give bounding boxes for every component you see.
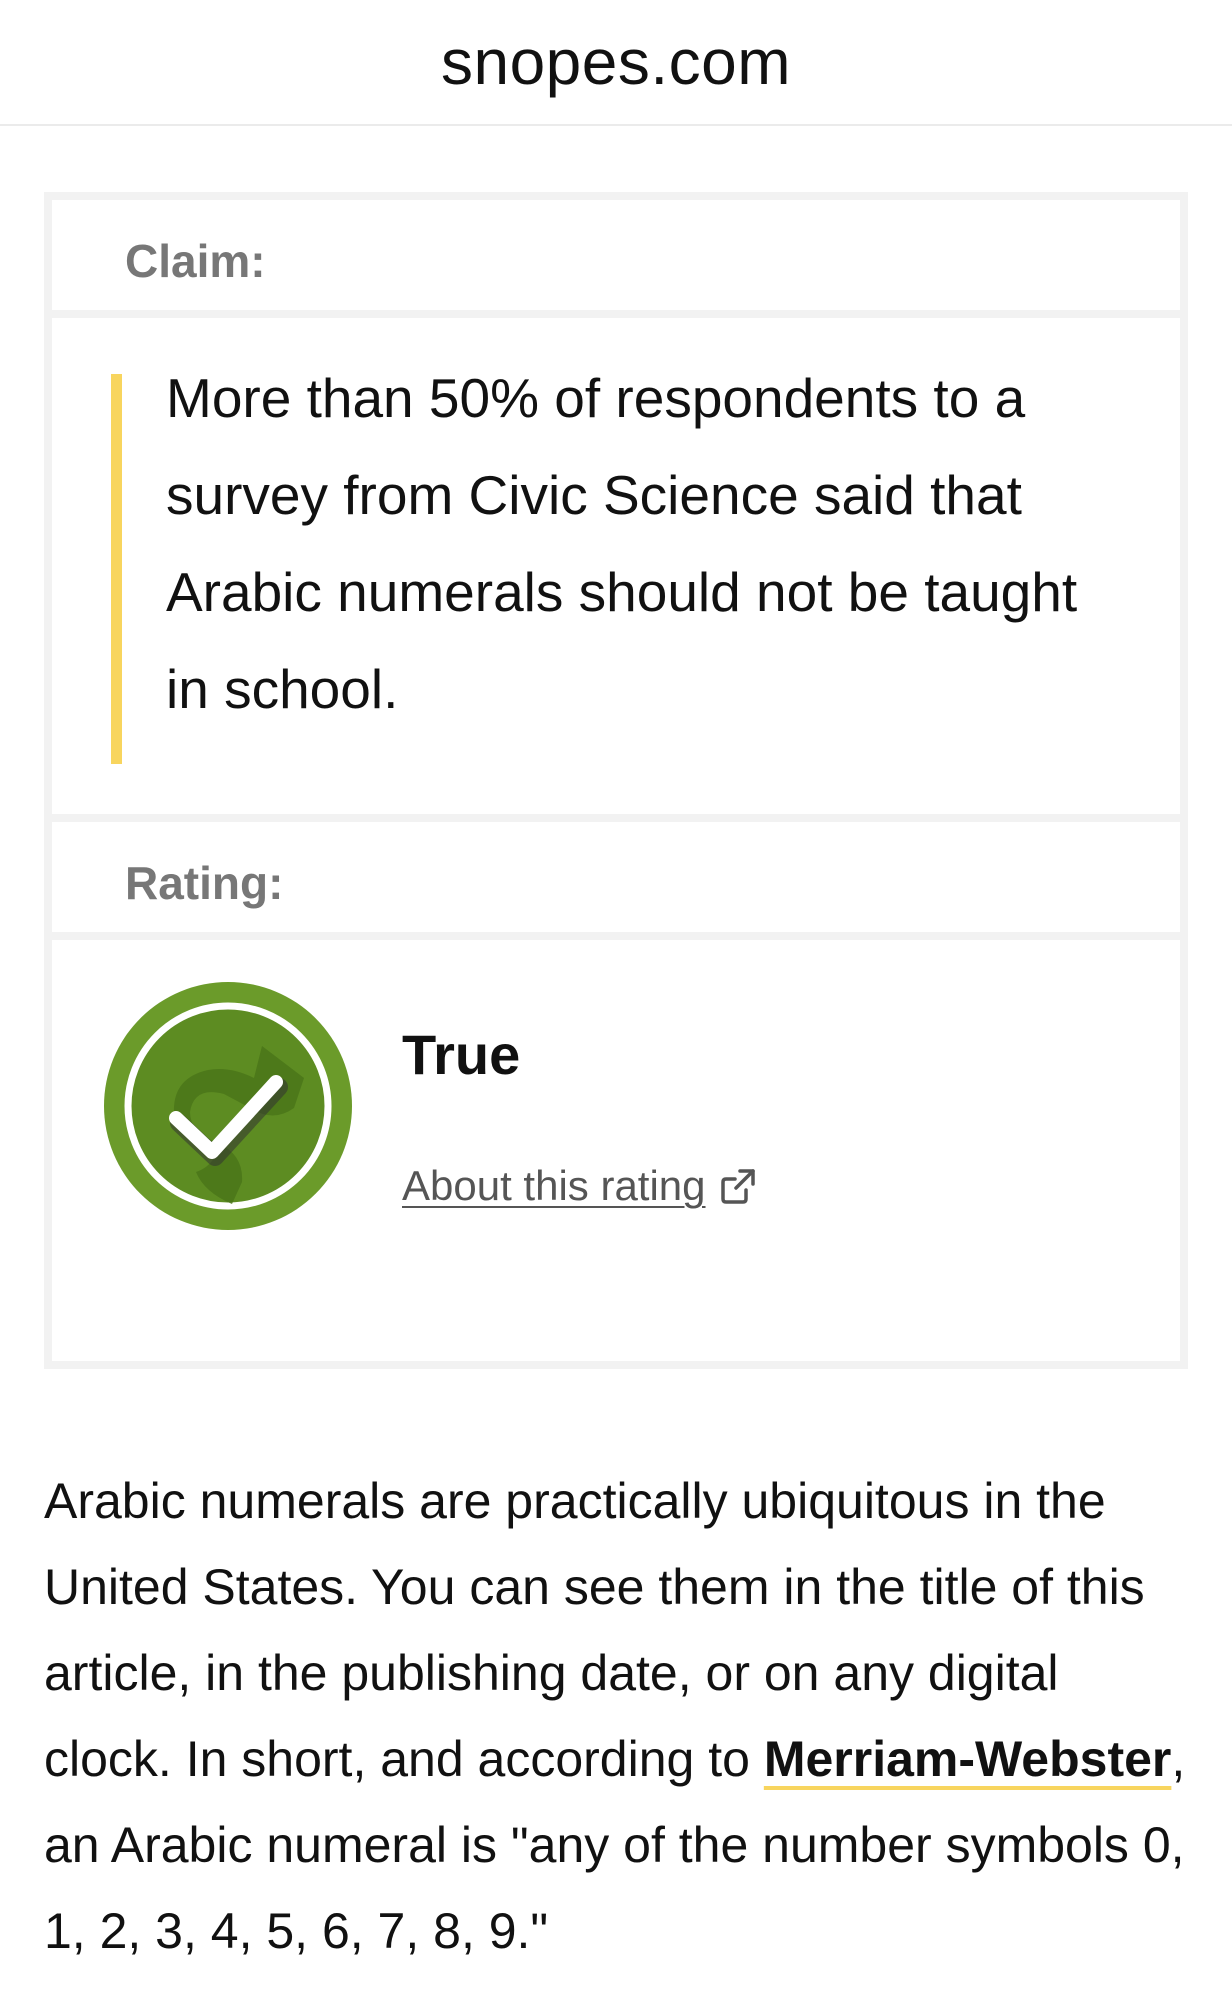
browser-address-bar[interactable]: snopes.com — [0, 0, 1232, 126]
claim-text: More than 50% of respondents to a survey… — [166, 367, 1078, 720]
claim-body: More than 50% of respondents to a survey… — [52, 318, 1180, 814]
claim-header: Claim: — [52, 200, 1180, 310]
rating-label: Rating: — [125, 857, 284, 909]
claim-label: Claim: — [125, 235, 266, 287]
external-link-icon — [720, 1169, 755, 1204]
rating-header: Rating: — [52, 822, 1180, 932]
true-rating-check-icon — [104, 982, 352, 1230]
about-rating-link[interactable]: About this rating — [402, 1162, 758, 1210]
rating-value: True — [402, 1023, 521, 1086]
about-rating-link-text: About this rating — [402, 1162, 706, 1209]
rating-body: True About this rating — [52, 940, 1180, 1361]
merriam-webster-link[interactable]: Merriam-Webster — [764, 1731, 1172, 1787]
article-paragraph: Arabic numerals are practically ubiquito… — [44, 1458, 1194, 1974]
fact-check-card: Claim: More than 50% of respondents to a… — [44, 192, 1188, 1369]
site-url: snopes.com — [440, 26, 792, 98]
claim-quote-bar — [111, 374, 122, 764]
